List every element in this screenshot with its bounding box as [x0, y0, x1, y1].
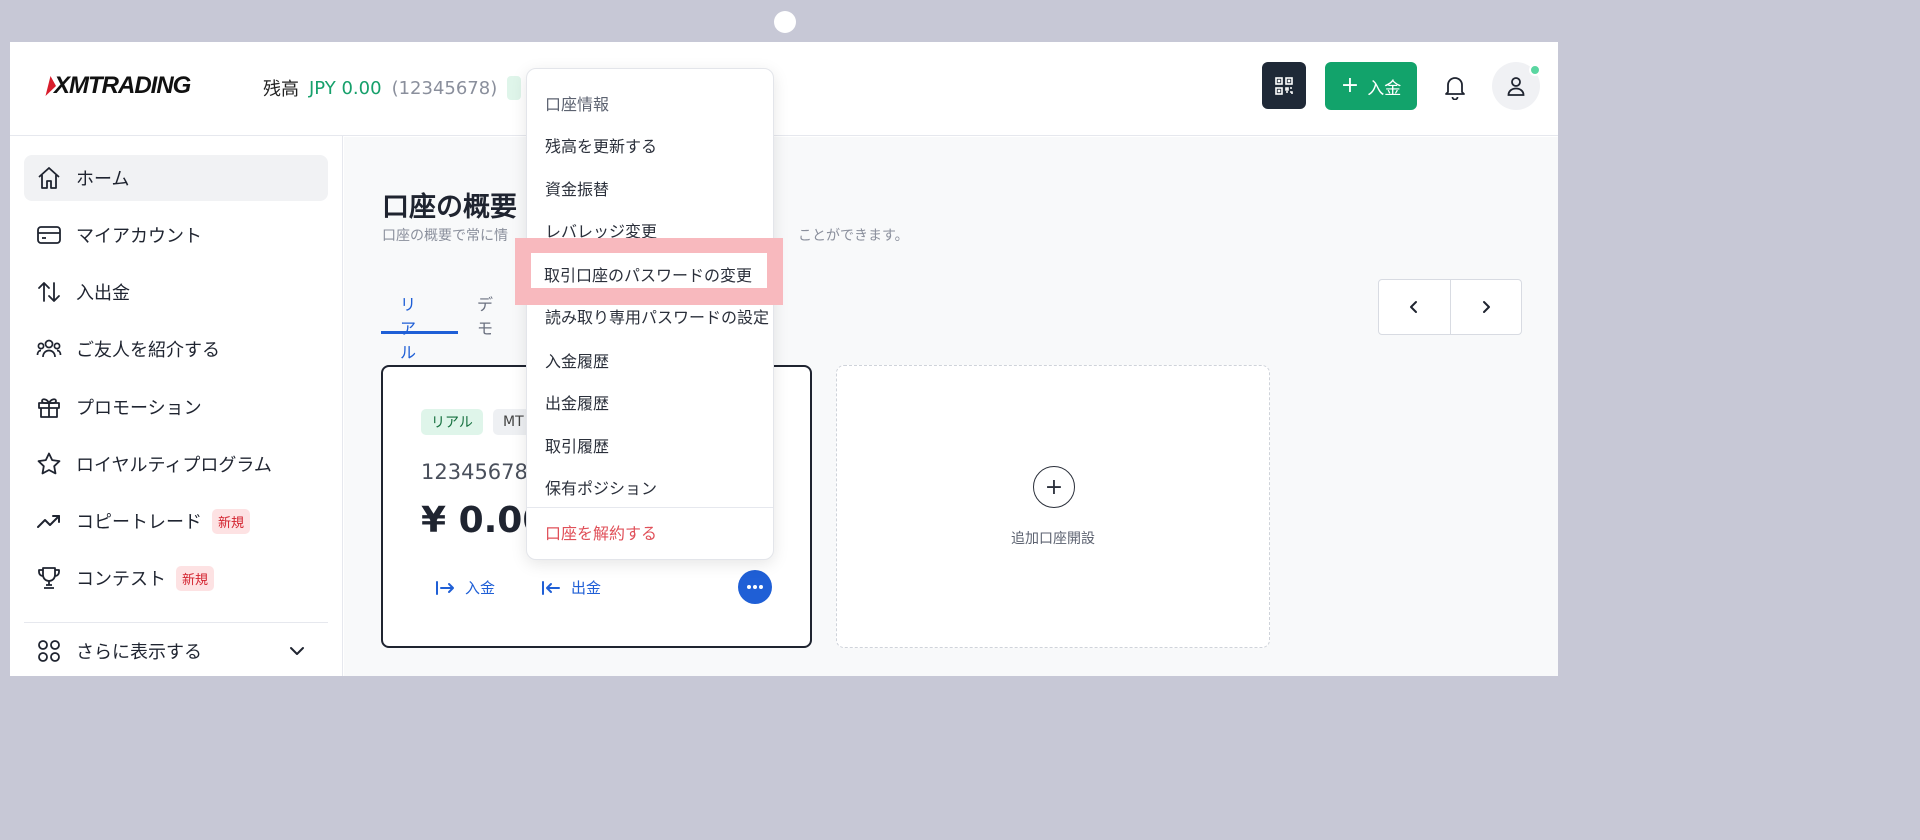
logo-text: XMTRADING [54, 72, 191, 99]
sidebar-item-label: ご友人を紹介する [76, 340, 220, 361]
sidebar-item-my-account[interactable]: マイアカウント [24, 212, 328, 258]
balance-amount: JPY 0.00 [309, 77, 382, 99]
account-type-tag: リアル [421, 409, 483, 435]
active-tab-indicator [381, 331, 458, 334]
trending-up-icon [37, 515, 60, 528]
page-title: 口座の概要 [382, 192, 517, 223]
sidebar-item-refer-friends[interactable]: ご友人を紹介する [24, 326, 328, 372]
bell-icon [1445, 77, 1465, 100]
grid-icon [38, 640, 60, 662]
page-subtitle: 口座の概要で常に情 ことができます。 [382, 225, 909, 245]
sidebar-item-label: コンテスト [76, 569, 166, 590]
sidebar-item-copy-trade[interactable]: コピートレード 新規 [24, 498, 328, 544]
previous-button[interactable] [1379, 280, 1450, 334]
trophy-icon [38, 567, 60, 589]
card-deposit-label: 入金 [465, 579, 496, 597]
card-pager [1378, 279, 1522, 335]
device-camera [774, 11, 796, 33]
more-options-button[interactable] [738, 570, 772, 604]
show-more-label: さらに表示する [76, 642, 202, 663]
star-icon [37, 452, 61, 475]
account-type-chip[interactable] [507, 76, 522, 100]
plus-icon: + [1340, 73, 1360, 98]
sidebar-item-label: プロモーション [76, 398, 202, 419]
card-withdraw-label: 出金 [571, 579, 602, 597]
chevron-down-icon [290, 647, 304, 655]
tab-real[interactable]: リアル [400, 291, 416, 363]
gift-icon [38, 398, 60, 418]
withdraw-arrow-icon [542, 580, 560, 595]
sidebar-item-label: コピートレード [76, 512, 202, 533]
app-screen: XMTRADING 残高 JPY 0.00 (12345678) + 入金 ホー… [10, 42, 1558, 676]
sidebar: ホーム マイアカウント 入出金 ご友人を紹介する プロモーション ロイヤルティプ… [10, 136, 343, 676]
sidebar-item-promotions[interactable]: プロモーション [24, 384, 328, 430]
menu-item-read-only-password[interactable]: 読み取り専用パスワードの設定 [545, 304, 769, 328]
new-badge: 新規 [212, 508, 251, 534]
sidebar-item-loyalty-program[interactable]: ロイヤルティプログラム [24, 441, 328, 487]
transfer-arrows-icon [38, 282, 60, 302]
sidebar-show-more[interactable]: さらに表示する [24, 628, 328, 674]
menu-divider [527, 507, 773, 508]
sidebar-item-label: 入出金 [76, 283, 130, 304]
xmtrading-logo[interactable]: XMTRADING [45, 72, 191, 100]
menu-item-deposit-history[interactable]: 入金履歴 [545, 348, 609, 372]
more-horizontal-icon [747, 585, 763, 589]
sidebar-item-contest[interactable]: コンテスト 新規 [24, 555, 328, 601]
qr-code-icon [1275, 76, 1293, 95]
header-deposit-button[interactable]: + 入金 [1325, 62, 1417, 110]
sidebar-item-label: ロイヤルティプログラム [76, 455, 272, 476]
card-deposit-button[interactable]: 入金 [435, 577, 495, 598]
deposit-arrow-icon [436, 580, 454, 595]
balance-label: 残高 [263, 79, 299, 100]
sidebar-item-home[interactable]: ホーム [24, 155, 328, 201]
sidebar-item-label: マイアカウント [76, 226, 202, 247]
header-deposit-label: 入金 [1367, 78, 1402, 99]
menu-item-trade-history[interactable]: 取引履歴 [545, 433, 609, 457]
highlighted-item-label: 取引口座のパスワードの変更 [544, 266, 753, 285]
next-button[interactable] [1449, 280, 1522, 334]
notifications-button[interactable] [1440, 72, 1470, 102]
sidebar-item-label: ホーム [76, 169, 130, 190]
chevron-left-icon [1410, 301, 1418, 313]
menu-item-withdrawal-history[interactable]: 出金履歴 [545, 390, 609, 414]
card-withdraw-button[interactable]: 出金 [541, 577, 601, 598]
online-status-dot [1529, 64, 1541, 76]
account-id: (12345678) [391, 77, 498, 99]
chevron-right-icon [1482, 301, 1490, 313]
header-balance: 残高 JPY 0.00 (12345678) [263, 75, 522, 101]
menu-item-fund-transfer[interactable]: 資金振替 [545, 176, 609, 200]
add-account-label: 追加口座開設 [1011, 531, 1095, 547]
top-header: XMTRADING 残高 JPY 0.00 (12345678) + 入金 [10, 42, 1558, 136]
users-icon [36, 339, 62, 358]
page-subtitle-end: ことができます。 [798, 228, 909, 244]
menu-item-close-account[interactable]: 口座を解約する [545, 520, 657, 544]
tab-demo[interactable]: デモ [477, 291, 493, 339]
account-actions-menu: 口座情報 残高を更新する 資金振替 レバレッジ変更 読み取り専用パスワードの設定… [526, 68, 774, 560]
menu-item-account-info[interactable]: 口座情報 [545, 91, 609, 115]
page-subtitle-start: 口座の概要で常に情 [382, 228, 508, 244]
account-number: 12345678 [421, 460, 528, 484]
user-icon [1507, 77, 1525, 96]
home-icon [38, 167, 60, 189]
sidebar-divider [24, 622, 328, 623]
sidebar-item-deposit-withdraw[interactable]: 入出金 [24, 269, 328, 315]
qr-code-button[interactable] [1262, 62, 1306, 109]
menu-item-open-positions[interactable]: 保有ポジション [545, 475, 657, 499]
add-account-card[interactable]: + 追加口座開設 [836, 365, 1270, 648]
new-badge: 新規 [176, 565, 215, 591]
wallet-icon [37, 226, 61, 244]
menu-item-refresh-balance[interactable]: 残高を更新する [545, 133, 657, 157]
plus-circle-icon: + [1033, 466, 1075, 508]
